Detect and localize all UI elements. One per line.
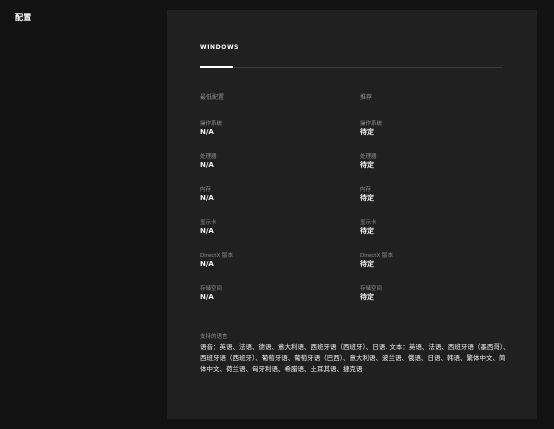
spec-memory: 内存 待定	[360, 186, 510, 219]
spec-memory: 内存 N/A	[200, 186, 350, 219]
minimum-heading: 最低配置	[200, 94, 225, 101]
languages-text: 语音：英语、法语、德语、意大利语、西班牙语（西班牙）、日语. 文本：英语、法语、…	[200, 343, 510, 373]
spec-value: N/A	[200, 194, 214, 202]
tab-windows[interactable]: WINDOWS	[200, 44, 239, 51]
spec-label: 显示卡	[360, 220, 377, 226]
spec-value: 待定	[360, 161, 374, 169]
spec-label: 操作系统	[360, 121, 383, 127]
system-requirements-card: WINDOWS 最低配置 操作系统 N/A 处理器 N/A 内存 N/A 显示卡…	[167, 10, 537, 419]
spec-label: 处理器	[360, 154, 377, 160]
spec-storage: 存储空间 N/A	[200, 285, 350, 318]
spec-label: 存储空间	[200, 286, 223, 292]
spec-label: 操作系统	[200, 121, 223, 127]
spec-value: N/A	[200, 293, 214, 301]
spec-storage: 存储空间 待定	[360, 285, 510, 318]
spec-label: DirectX 版本	[360, 253, 393, 259]
spec-value: N/A	[200, 227, 214, 235]
minimum-requirements-column: 最低配置 操作系统 N/A 处理器 N/A 内存 N/A 显示卡 N/A Dir…	[200, 92, 350, 318]
spec-graphics: 显示卡 N/A	[200, 219, 350, 252]
spec-label: 内存	[360, 187, 372, 193]
page-title: 配置	[15, 13, 32, 22]
spec-os: 操作系统 待定	[360, 120, 510, 153]
spec-processor: 处理器 N/A	[200, 153, 350, 186]
spec-value: N/A	[200, 128, 214, 136]
spec-os: 操作系统 N/A	[200, 120, 350, 153]
spec-graphics: 显示卡 待定	[360, 219, 510, 252]
recommended-heading: 推荐	[360, 94, 373, 101]
spec-value: 待定	[360, 227, 374, 235]
spec-value: 待定	[360, 260, 374, 268]
spec-label: 内存	[200, 187, 212, 193]
tab-divider	[200, 67, 502, 68]
spec-directx: DirectX 版本 待定	[360, 252, 510, 285]
active-tab-indicator	[200, 66, 233, 68]
spec-value: N/A	[200, 161, 214, 169]
spec-label: 显示卡	[200, 220, 217, 226]
spec-label: 处理器	[200, 154, 217, 160]
spec-label: DirectX 版本	[200, 253, 233, 259]
spec-value: 待定	[360, 128, 374, 136]
languages-label: 支持的语言	[200, 334, 228, 340]
spec-label: 存储空间	[360, 286, 383, 292]
spec-processor: 处理器 待定	[360, 153, 510, 186]
spec-value: N/A	[200, 260, 214, 268]
spec-directx: DirectX 版本 N/A	[200, 252, 350, 285]
recommended-requirements-column: 推荐 操作系统 待定 处理器 待定 内存 待定 显示卡 待定 DirectX 版…	[360, 92, 510, 318]
supported-languages: 支持的语言 语音：英语、法语、德语、意大利语、西班牙语（西班牙）、日语. 文本：…	[200, 333, 510, 375]
spec-value: 待定	[360, 293, 374, 301]
spec-value: 待定	[360, 194, 374, 202]
